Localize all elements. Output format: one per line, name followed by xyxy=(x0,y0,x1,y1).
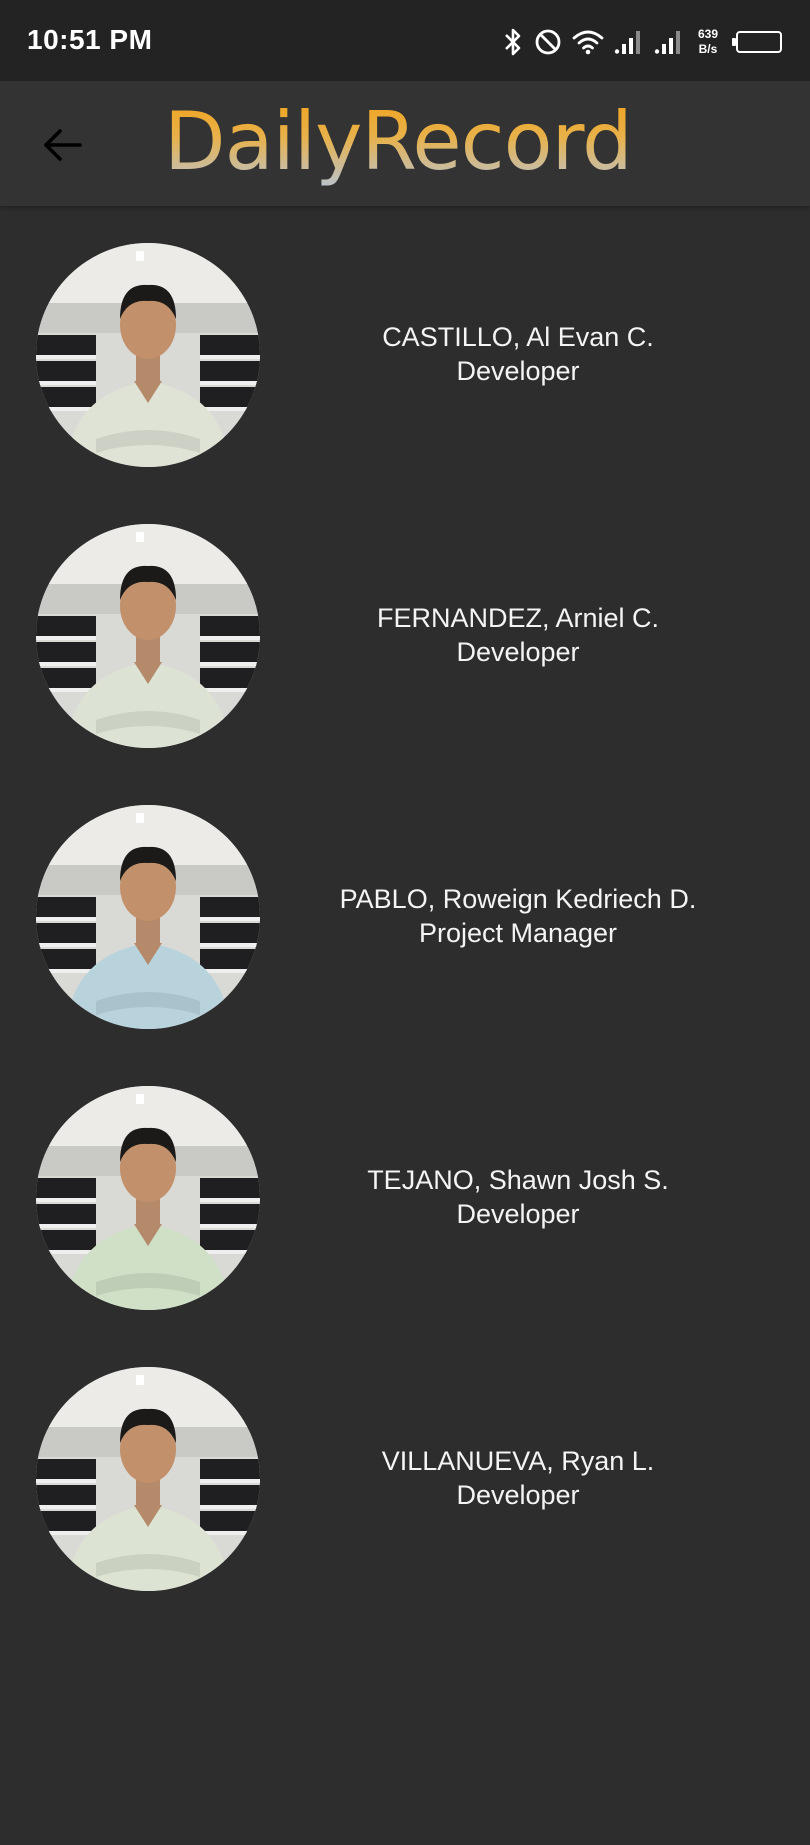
member-role: Developer xyxy=(456,356,580,386)
member-info: CASTILLO, Al Evan C. Developer xyxy=(300,320,736,388)
back-button[interactable] xyxy=(36,119,88,171)
status-time: 10:51 PM xyxy=(27,24,153,55)
member-photo xyxy=(36,1367,260,1591)
member-name: PABLO, Roweign Kedriech D. xyxy=(339,884,697,914)
member-role: Developer xyxy=(456,1480,580,1510)
status-bar: 10:51 PM 639 B/s 96 xyxy=(0,0,810,81)
bluetooth-icon xyxy=(502,27,524,57)
do-not-disturb-icon xyxy=(534,28,562,56)
member-list-item: TEJANO, Shawn Josh S. Developer xyxy=(0,1049,810,1310)
member-list-item: PABLO, Roweign Kedriech D. Project Manag… xyxy=(0,768,810,1029)
app-title: DailyRecord xyxy=(164,95,633,188)
member-list-item: FERNANDEZ, Arniel C. Developer xyxy=(0,487,810,748)
wifi-icon xyxy=(572,29,604,55)
member-info: TEJANO, Shawn Josh S. Developer xyxy=(300,1163,736,1231)
battery-nub xyxy=(732,38,736,46)
battery-icon: 96 xyxy=(732,31,782,53)
signal-icon xyxy=(614,29,644,55)
member-info: VILLANUEVA, Ryan L. Developer xyxy=(300,1444,736,1512)
network-speed-unit: B/s xyxy=(698,42,718,56)
member-info: PABLO, Roweign Kedriech D. Project Manag… xyxy=(300,882,736,950)
member-photo xyxy=(36,524,260,748)
network-speed-value: 639 xyxy=(697,27,718,41)
signal-icon xyxy=(654,29,684,55)
app-bar: DailyRecord xyxy=(0,81,810,206)
network-speed: 639 B/s xyxy=(698,27,718,57)
member-name: FERNANDEZ, Arniel C. xyxy=(376,603,660,633)
battery-level: 96 xyxy=(750,33,768,50)
status-icons: 639 B/s 96 xyxy=(502,22,782,62)
member-photo xyxy=(36,243,260,467)
member-info: FERNANDEZ, Arniel C. Developer xyxy=(300,601,736,669)
member-list-item: VILLANUEVA, Ryan L. Developer xyxy=(0,1330,810,1591)
arrow-left-icon xyxy=(44,129,82,161)
member-photo xyxy=(36,1086,260,1310)
member-role: Project Manager xyxy=(418,918,618,948)
member-photo xyxy=(36,805,260,1029)
member-role: Developer xyxy=(456,1199,580,1229)
member-name: VILLANUEVA, Ryan L. xyxy=(381,1446,655,1476)
member-list-item: CASTILLO, Al Evan C. Developer xyxy=(0,206,810,467)
member-name: CASTILLO, Al Evan C. xyxy=(382,322,654,352)
member-role: Developer xyxy=(456,637,580,667)
member-name: TEJANO, Shawn Josh S. xyxy=(367,1165,669,1195)
